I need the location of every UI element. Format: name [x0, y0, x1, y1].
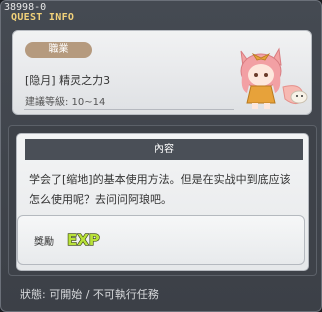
quest-info-window: 38998-0 QUEST INFO 職業 [隐月] 精灵之力3 建議等級: 1…	[0, 0, 322, 312]
job-badge: 職業	[25, 42, 92, 58]
fox-girl-character-icon	[240, 47, 308, 109]
divider	[24, 109, 234, 110]
reward-box: 獎勵 EXP	[17, 215, 305, 265]
exp-icon: EXP	[66, 230, 100, 249]
quest-name: [隐月] 精灵之力3	[25, 74, 111, 87]
reward-label: 獎勵	[34, 237, 54, 248]
quest-status: 狀態: 可開始 / 不可執行任務	[20, 288, 159, 301]
exp-icon-label: EXP	[67, 231, 100, 249]
content-text: 学会了[缩地]的基本使用方法。但是在实战中到底应该怎么使用呢？去问问阿琅吧。	[29, 173, 291, 206]
content-header: 內容	[25, 139, 303, 160]
recommended-level: 建議等級: 10~14	[25, 97, 106, 108]
window-title: QUEST INFO	[11, 12, 75, 23]
